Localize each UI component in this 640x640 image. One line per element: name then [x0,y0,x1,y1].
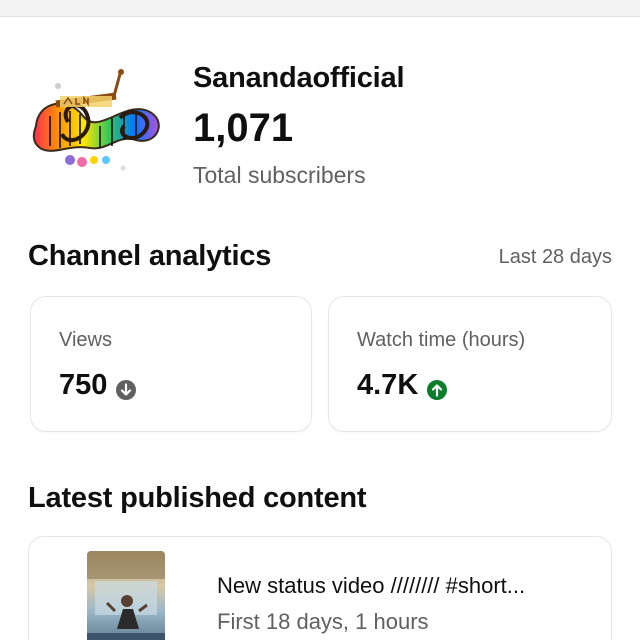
latest-content-card[interactable]: New status video //////// #short... Firs… [28,536,612,640]
channel-header: Sanandaofficial 1,071 Total subscribers [28,52,618,202]
arrow-down-circle-icon [115,376,137,400]
channel-analytics-title: Channel analytics [28,240,272,272]
views-label: Views [59,329,112,351]
channel-logo[interactable] [28,56,168,186]
watch-time-card[interactable]: Watch time (hours) 4.7K [328,296,612,432]
watch-time-value: 4.7K [357,369,419,401]
views-card[interactable]: Views 750 [30,296,312,432]
arrow-up-circle-icon [426,376,448,400]
video-meta: First 18 days, 1 hours [217,609,429,634]
channel-name: Sanandaofficial [193,62,405,94]
views-value-row: 750 [59,369,137,402]
video-thumbnail[interactable] [87,551,165,640]
watch-time-value-row: 4.7K [357,369,448,402]
studio-dashboard: Sanandaofficial 1,071 Total subscribers … [0,0,640,640]
latest-content-title: Latest published content [28,482,367,514]
top-bar [0,0,640,17]
subscriber-count: 1,071 [193,106,294,150]
subscriber-label: Total subscribers [193,162,366,188]
views-value: 750 [59,369,108,401]
watch-time-label: Watch time (hours) [357,329,526,351]
date-range-label[interactable]: Last 28 days [499,246,612,269]
video-title[interactable]: New status video //////// #short... [217,573,525,599]
